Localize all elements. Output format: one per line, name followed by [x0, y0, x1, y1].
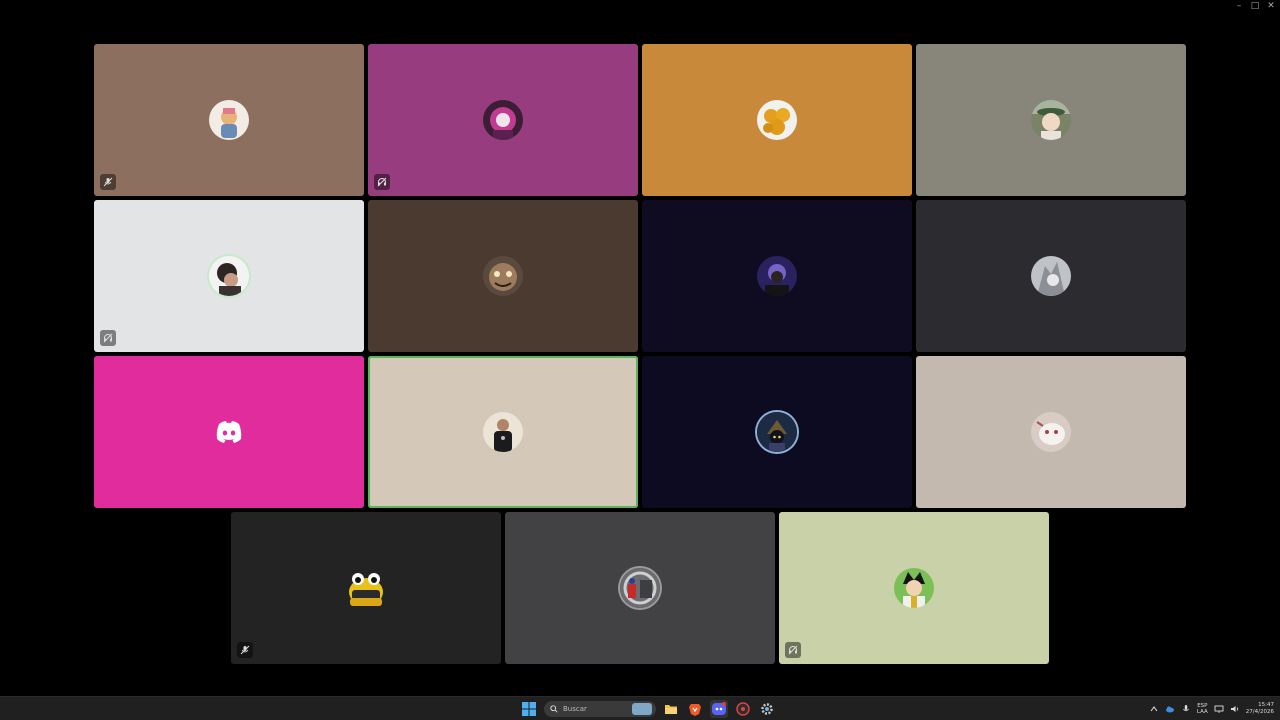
- window-titlebar: – □ ✕: [0, 0, 1280, 12]
- search-highlight-image: [632, 703, 652, 715]
- close-button[interactable]: ✕: [1266, 1, 1276, 11]
- participant-tile[interactable]: [779, 512, 1049, 664]
- taskbar-apps: Buscar: [520, 699, 776, 719]
- windows-logo-icon: [522, 702, 536, 716]
- user-avatar: [483, 256, 523, 296]
- discord-icon: [712, 702, 726, 715]
- chevron-up-icon: [1150, 706, 1158, 712]
- participant-tile[interactable]: [916, 44, 1186, 196]
- participant-tile[interactable]: [916, 356, 1186, 508]
- search-icon: [550, 705, 558, 713]
- cloud-icon: [1165, 706, 1174, 713]
- participant-tile[interactable]: [642, 356, 912, 508]
- user-avatar: [757, 100, 797, 140]
- deafened-icon: [374, 174, 390, 190]
- muted-mic-icon: [100, 174, 116, 190]
- deafened-icon: [100, 330, 116, 346]
- browser-icon: [736, 702, 750, 716]
- participant-tile[interactable]: [642, 200, 912, 352]
- participant-tile[interactable]: [368, 44, 638, 196]
- user-avatar: [620, 568, 660, 608]
- search-placeholder: Buscar: [563, 705, 587, 713]
- participant-tile[interactable]: [231, 512, 501, 664]
- settings-button[interactable]: [758, 700, 776, 718]
- participant-tile[interactable]: [505, 512, 775, 664]
- participant-tile[interactable]: [642, 44, 912, 196]
- brave-browser-button[interactable]: [686, 700, 704, 718]
- window-controls: – □ ✕: [1234, 0, 1276, 12]
- microphone-tray-button[interactable]: [1181, 704, 1191, 714]
- windows-start-button[interactable]: [520, 700, 538, 718]
- input-language-indicator[interactable]: ESP LAA: [1197, 703, 1208, 715]
- taskbar-search-box[interactable]: Buscar: [544, 701, 656, 717]
- participant-tile[interactable]: [368, 200, 638, 352]
- participant-tile[interactable]: [94, 356, 364, 508]
- minimize-button[interactable]: –: [1234, 1, 1244, 11]
- keyboard-layout-code: LAA: [1196, 709, 1208, 715]
- user-avatar: [483, 412, 523, 452]
- user-avatar: [894, 568, 934, 608]
- speaker-icon: [1230, 706, 1238, 712]
- windows-taskbar: Buscar ESP LAA 15:47 27/4/2026: [0, 696, 1280, 720]
- clock-date: 27/4/2026: [1245, 709, 1274, 715]
- user-avatar: [1031, 412, 1071, 452]
- folder-icon: [665, 705, 677, 714]
- microphone-icon: [1183, 705, 1189, 712]
- gear-icon: [761, 703, 773, 715]
- user-avatar: [1031, 256, 1071, 296]
- onedrive-tray-button[interactable]: [1165, 704, 1175, 714]
- brave-lion-icon: [689, 704, 701, 716]
- file-explorer-button[interactable]: [662, 700, 680, 718]
- user-avatar: [209, 100, 249, 140]
- network-tray-button[interactable]: [1214, 704, 1224, 714]
- participant-tile[interactable]: [916, 200, 1186, 352]
- system-tray: ESP LAA 15:47 27/4/2026: [1149, 699, 1274, 719]
- user-avatar: [483, 100, 523, 140]
- clock-time: 15:47: [1258, 702, 1274, 708]
- user-avatar: [346, 568, 386, 608]
- participant-tile[interactable]: [368, 356, 638, 508]
- user-avatar: [757, 412, 797, 452]
- discord-logo-icon: [216, 421, 242, 443]
- maximize-button[interactable]: □: [1250, 1, 1260, 11]
- participant-tile[interactable]: [94, 200, 364, 352]
- user-avatar: [1031, 100, 1071, 140]
- muted-mic-icon: [237, 642, 253, 658]
- user-avatar: [209, 256, 249, 296]
- discord-taskbar-button[interactable]: [710, 700, 728, 718]
- second-browser-button[interactable]: [734, 700, 752, 718]
- user-avatar: [757, 256, 797, 296]
- show-hidden-icons-button[interactable]: [1149, 704, 1159, 714]
- monitor-network-icon: [1214, 705, 1224, 713]
- volume-tray-button[interactable]: [1230, 704, 1240, 714]
- clock[interactable]: 15:47 27/4/2026: [1246, 702, 1274, 716]
- participant-tile[interactable]: [94, 44, 364, 196]
- deafened-icon: [785, 642, 801, 658]
